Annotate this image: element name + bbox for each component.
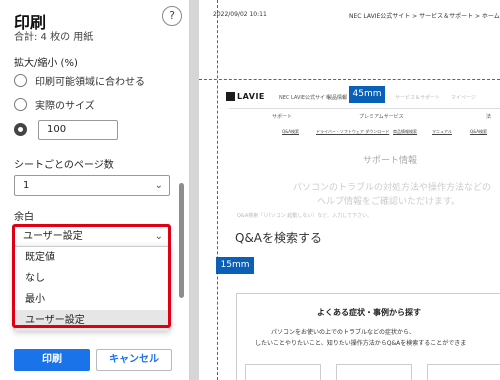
margins-select[interactable]: ユーザー設定 ⌄ [14,226,170,247]
divider [229,108,500,109]
logo-text: LAVIE [237,92,265,101]
preview-page: 2022/09/02 10:11 NEC LAVIE公式サイト > サービス＆サ… [199,0,500,380]
faq-card [336,364,412,380]
site-name: NEC LAVIE公式サイト [279,95,331,101]
logo-icon [226,92,235,101]
sublink-driver: ドライバー・ソフトウェア ダウンロード [316,129,390,134]
faq-card [245,364,321,380]
qa-title: Q&Aを検索する [235,231,323,245]
margin-option-custom[interactable]: ユーザー設定 [15,310,169,331]
scale-label: 拡大/縮小 (%) [14,58,78,69]
margins-label: 余白 [14,212,34,223]
chevron-down-icon: ⌄ [154,180,163,191]
print-button[interactable]: 印刷 [14,349,90,371]
margin-option-none[interactable]: なし [15,268,169,289]
radio-label: 印刷可能領域に合わせる [35,77,145,88]
margin-option-minimum[interactable]: 最小 [15,289,169,310]
support-lead-2: ヘルプ情報をご確認いただけます。 [317,197,461,207]
scale-fit-radio[interactable]: 印刷可能領域に合わせる [14,73,145,88]
margin-option-default[interactable]: 既定値 [15,247,169,268]
select-value: ユーザー設定 [23,231,83,242]
sublink-products: 商品情報検索 [393,129,417,134]
radio-icon [14,98,27,111]
radio-selected-icon [14,123,27,136]
faq-text-1: パソコンをお使いの上でのトラブルなどの症状から、 [271,329,416,336]
margins-dropdown: 既定値 なし 最小 ユーザー設定 [14,246,170,331]
header-title: NEC LAVIE公式サイト > サービス＆サポート > ホームページ [349,13,500,20]
radio-label: 実際のサイズ [35,101,95,112]
qa-hint: Q&A検索「（パソコン 起動しない）など、入力して下さい。 [237,213,372,219]
faq-card [427,364,500,380]
support-lead-1: パソコンのトラブルの対処方法や操作方法などの [293,183,492,193]
support-title: サポート情報 [363,156,418,166]
print-preview: 2022/09/02 10:11 NEC LAVIE公式サイト > サービス＆サ… [190,0,500,380]
select-value: 1 [23,180,30,191]
action-bar: 印刷 キャンセル [0,340,189,380]
sublink-manual: マニュアル [432,129,452,134]
scrollbar[interactable] [179,183,184,298]
guide-left-badge: 15mm [216,257,254,274]
pages-per-sheet-label: シートごとのページ数 [14,160,114,171]
chevron-down-icon: ⌄ [154,231,163,242]
guide-top-badge: 45mm [349,86,385,103]
header-date: 2022/09/02 10:11 [213,11,267,18]
faq-text-2: したいことやりたいこと、知りたい操作方法からQ&Aを検索することができま [255,340,467,347]
scale-custom-radio[interactable] [14,123,27,136]
margin-guide-top[interactable] [199,79,500,80]
sheet-count: 合計: 4 枚の 用紙 [14,32,94,43]
scale-actual-radio[interactable]: 実際のサイズ [14,97,95,112]
scale-input[interactable]: 100 [38,120,118,140]
pages-per-sheet-select[interactable]: 1 ⌄ [14,175,170,196]
help-button[interactable]: ? [162,6,182,26]
radio-icon [14,74,27,87]
tab-premium: プレミアムサービス [359,114,404,120]
cancel-button[interactable]: キャンセル [96,349,172,371]
site-logo: LAVIE [226,92,265,101]
nav-mypage: マイページ [451,95,476,101]
margin-guide-left[interactable] [217,0,218,380]
nav-products: 製品情報 [327,95,348,101]
sublink-qa-2: Q&A検索 [470,129,488,134]
nav-service: サービス＆サポート [395,95,441,101]
faq-title: よくある症状・事例から探す [317,308,421,317]
tab-other: 法 [486,114,492,120]
print-settings-pane: 印刷 合計: 4 枚の 用紙 ? 拡大/縮小 (%) 印刷可能領域に合わせる 実… [0,0,190,380]
tab-support: サポート [272,114,293,120]
sublink-qa: Q&A検索 [282,129,300,134]
